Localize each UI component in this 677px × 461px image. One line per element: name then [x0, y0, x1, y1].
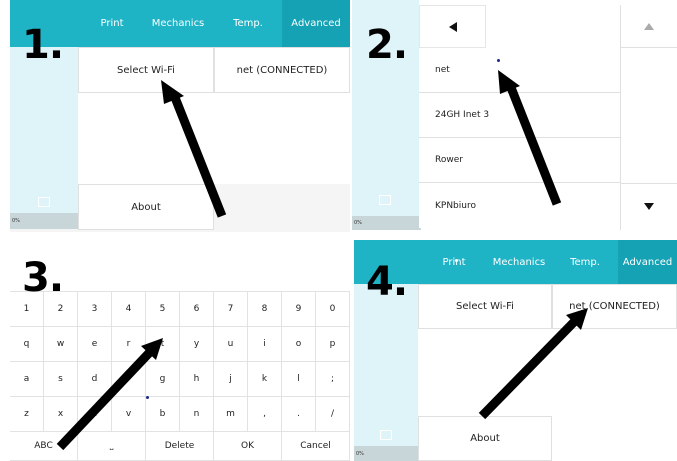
arrow-icon-step-3 [56, 338, 163, 451]
arrow-icon-step-2 [498, 70, 562, 206]
arrow-icon-step-4 [478, 308, 588, 420]
arrow-icon-step-1 [161, 80, 227, 218]
instruction-arrows [56, 70, 588, 451]
